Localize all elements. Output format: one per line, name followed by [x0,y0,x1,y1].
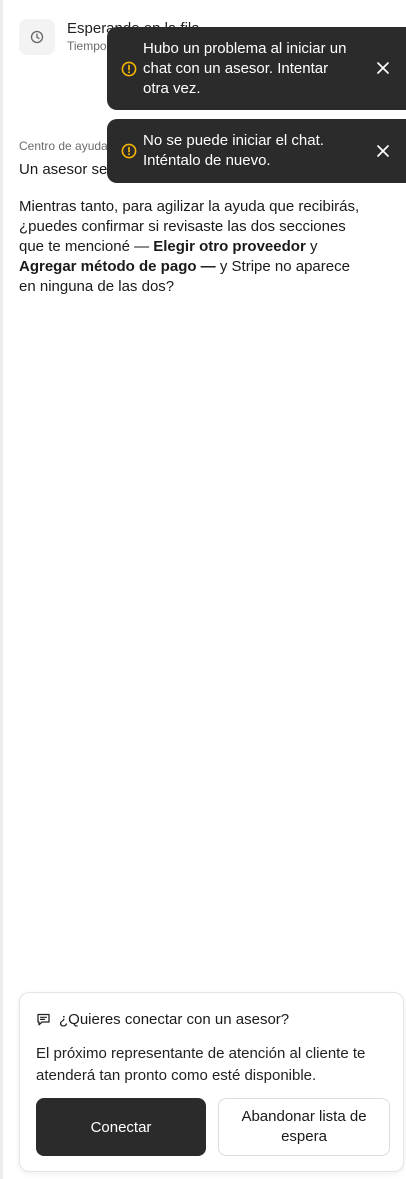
card-description: El próximo representante de atención al … [36,1045,366,1084]
panel-left-border [0,0,3,1179]
message-first-line: Un asesor se [19,161,108,178]
queue-subtitle: Tiempo [67,39,107,53]
section-name-2: Agregar método de pago — [19,258,216,275]
close-icon[interactable] [374,59,392,77]
connect-button[interactable]: Conectar [36,1098,206,1156]
card-title: ¿Quieres conectar con un asesor? [59,1011,290,1028]
message-source: Centro de ayuda [19,139,108,153]
message-body: Mientras tanto, para agilizar la ayuda q… [19,198,360,295]
error-toast-2: No se puede iniciar el chat. Inténtalo d… [107,119,406,183]
warning-icon [121,61,137,77]
toast-message: No se puede iniciar el chat. Inténtalo d… [143,132,324,169]
leave-queue-button[interactable]: Abandonar lista de espera [218,1098,390,1156]
error-toast-1: Hubo un problema al iniciar un chat con … [107,27,406,110]
close-icon[interactable] [374,142,392,160]
toast-message: Hubo un problema al iniciar un chat con … [143,40,347,97]
chat-bubble-icon [37,1013,50,1026]
clock-icon [19,19,55,55]
connect-agent-card: ¿Quieres conectar con un asesor? El próx… [19,992,404,1172]
warning-icon [121,143,137,159]
section-name-1: Elegir otro proveedor [153,238,306,255]
